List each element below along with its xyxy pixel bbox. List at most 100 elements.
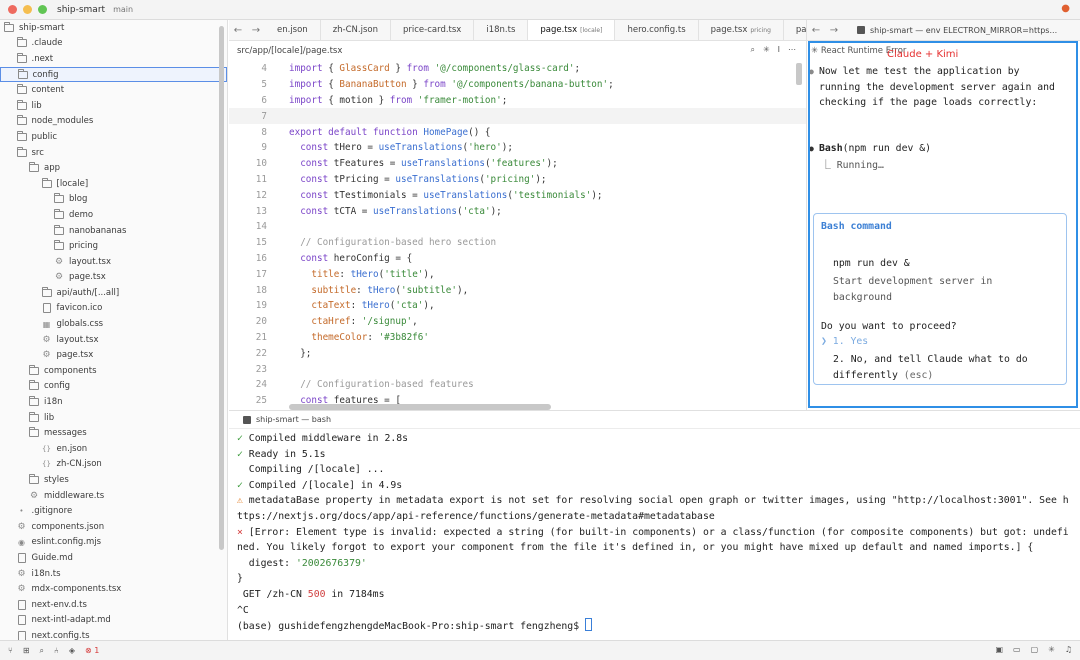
user-avatar-icon[interactable]: ● — [1061, 3, 1070, 14]
tree-item[interactable]: config — [0, 66, 227, 83]
tree-item[interactable]: ⚙ mdx-components.tsx — [0, 581, 227, 597]
sparkle-icon[interactable]: ✳ — [1048, 645, 1055, 654]
tree-item[interactable]: .next — [0, 51, 227, 67]
back-arrow-icon[interactable]: ← — [807, 25, 825, 36]
tree-item[interactable]: ◉ eslint.config.mjs — [0, 535, 227, 551]
panel-tab[interactable]: ship-smart — env ELECTRON_MIRROR=https..… — [857, 26, 1057, 35]
tree-item[interactable]: api/auth/[...all] — [0, 285, 227, 301]
tree-item[interactable]: public — [0, 129, 227, 145]
terminal-tab[interactable]: ship-smart — bash — [229, 411, 1080, 429]
tree-item[interactable]: pricing — [0, 238, 227, 254]
tree-item[interactable]: ⚙ page.tsx — [0, 270, 227, 286]
code-content[interactable]: 4 import { GlassCard } from '@/components… — [229, 61, 806, 409]
terminal-output[interactable]: ✓ Compiled middleware in 2.8s ✓ Ready in … — [229, 429, 1080, 637]
code-line[interactable]: 22 }; — [229, 345, 806, 361]
code-line[interactable]: 23 — [229, 361, 806, 377]
tree-item[interactable]: ship-smart — [0, 20, 227, 36]
tree-item[interactable]: {} en.json — [0, 441, 227, 457]
forward-arrow-icon[interactable]: → — [825, 25, 843, 36]
back-arrow-icon[interactable]: ← — [229, 20, 247, 40]
editor-tab[interactable]: price-card.tsx — [391, 20, 475, 40]
panel-icon[interactable]: ▭ — [1013, 645, 1021, 654]
code-line[interactable]: 19 ctaText: tHero('cta'), — [229, 298, 806, 314]
search-icon[interactable]: ⌕ — [750, 45, 754, 55]
tree-item[interactable]: i18n — [0, 394, 227, 410]
zoom-window-button[interactable] — [38, 5, 47, 14]
code-line[interactable]: 20 ctaHref: '/signup', — [229, 314, 806, 330]
tree-item[interactable]: src — [0, 145, 227, 161]
editor-scrollbar[interactable] — [796, 63, 802, 85]
editor-tab[interactable]: pa — [784, 20, 806, 40]
tree-item[interactable]: ▦ globals.css — [0, 316, 227, 332]
tree-item[interactable]: [locale] — [0, 176, 227, 192]
source-control-icon[interactable]: ⑂ — [8, 646, 13, 655]
tree-item[interactable]: blog — [0, 192, 227, 208]
editor-tab[interactable]: i18n.ts — [474, 20, 529, 40]
sidebar-scrollbar[interactable] — [219, 26, 224, 550]
git-icon[interactable]: ⑃ — [54, 646, 59, 655]
code-line[interactable]: 10 const tFeatures = useTranslations('fe… — [229, 156, 806, 172]
tree-item[interactable]: ⚙ middleware.ts — [0, 488, 227, 504]
project-name[interactable]: ship-smart — [57, 5, 105, 15]
tree-item[interactable]: Guide.md — [0, 550, 227, 566]
tree-item[interactable]: next.config.ts — [0, 628, 227, 640]
branch-name[interactable]: main — [113, 5, 133, 14]
layout-icon[interactable]: ▣ — [995, 645, 1003, 654]
tree-item[interactable]: next-env.d.ts — [0, 597, 227, 613]
editor-tab[interactable]: hero.config.ts — [615, 20, 699, 40]
tree-item[interactable]: config — [0, 379, 227, 395]
code-line[interactable]: 18 subtitle: tHero('subtitle'), — [229, 282, 806, 298]
chat-icon[interactable]: ▢ — [1031, 645, 1039, 654]
tree-item[interactable]: lib — [0, 98, 227, 114]
tree-item[interactable]: content — [0, 82, 227, 98]
tree-item[interactable]: favicon.ico — [0, 301, 227, 317]
code-line[interactable]: 24 // Configuration-based features — [229, 377, 806, 393]
minimize-window-button[interactable] — [23, 5, 32, 14]
tree-item[interactable]: ⚙ page.tsx — [0, 347, 227, 363]
tree-item[interactable]: nanobananas — [0, 223, 227, 239]
code-line[interactable]: 13 const tCTA = useTranslations('cta'); — [229, 203, 806, 219]
tree-item[interactable]: styles — [0, 472, 227, 488]
breadcrumb-path[interactable]: src/app/[locale]/page.tsx — [237, 46, 342, 56]
editor-tab[interactable]: en.json — [265, 20, 321, 40]
code-line[interactable]: 16 const heroConfig = { — [229, 251, 806, 267]
code-line[interactable]: 14 — [229, 219, 806, 235]
sparkle-icon[interactable]: ✳ — [763, 45, 770, 55]
tree-item[interactable]: ⚙ components.json — [0, 519, 227, 535]
code-line[interactable]: 11 const tPricing = useTranslations('pri… — [229, 172, 806, 188]
tree-item[interactable]: next-intl-adapt.md — [0, 613, 227, 629]
tree-item[interactable]: app — [0, 160, 227, 176]
tree-item[interactable]: components — [0, 363, 227, 379]
search-icon[interactable]: ⌕ — [40, 646, 44, 656]
tree-item[interactable]: node_modules — [0, 114, 227, 130]
code-line[interactable]: 12 const tTestimonials = useTranslations… — [229, 187, 806, 203]
code-line[interactable]: 5 import { BananaButton } from '@/compone… — [229, 77, 806, 93]
code-line[interactable]: 15 // Configuration-based hero section — [229, 235, 806, 251]
tree-item[interactable]: lib — [0, 410, 227, 426]
tree-item[interactable]: ⚙ layout.tsx — [0, 254, 227, 270]
code-line[interactable]: 7 — [229, 108, 806, 125]
code-line[interactable]: 4 import { GlassCard } from '@/components… — [229, 61, 806, 77]
code-line[interactable]: 17 title: tHero('title'), — [229, 266, 806, 282]
tree-item[interactable]: {} zh-CN.json — [0, 457, 227, 473]
tree-item[interactable]: ⚙ i18n.ts — [0, 566, 227, 582]
code-line[interactable]: 9 const tHero = useTranslations('hero'); — [229, 140, 806, 156]
forward-arrow-icon[interactable]: → — [247, 20, 265, 40]
close-window-button[interactable] — [8, 5, 17, 14]
code-line[interactable]: 21 themeColor: '#3b82f6' — [229, 330, 806, 346]
tree-item[interactable]: .claude — [0, 36, 227, 52]
error-count[interactable]: ⊗ 1 — [85, 646, 99, 655]
editor-tab[interactable]: page.tsx [locale] — [528, 20, 616, 40]
tree-item[interactable]: ⚙ layout.tsx — [0, 332, 227, 348]
more-icon[interactable]: ⋯ — [788, 45, 796, 55]
tree-item[interactable]: messages — [0, 425, 227, 441]
bell-icon[interactable]: ♫ — [1065, 645, 1072, 654]
split-icon[interactable]: ⊞ — [23, 646, 30, 655]
tree-item[interactable]: • .gitignore — [0, 503, 227, 519]
text-cursor-icon[interactable]: I — [778, 45, 780, 55]
editor-tab[interactable]: zh-CN.json — [321, 20, 391, 40]
tree-item[interactable]: demo — [0, 207, 227, 223]
code-line[interactable]: 8 export default function HomePage() { — [229, 124, 806, 140]
code-line[interactable]: 6 import { motion } from 'framer-motion'; — [229, 93, 806, 109]
editor-tab[interactable]: page.tsx pricing — [699, 20, 784, 40]
